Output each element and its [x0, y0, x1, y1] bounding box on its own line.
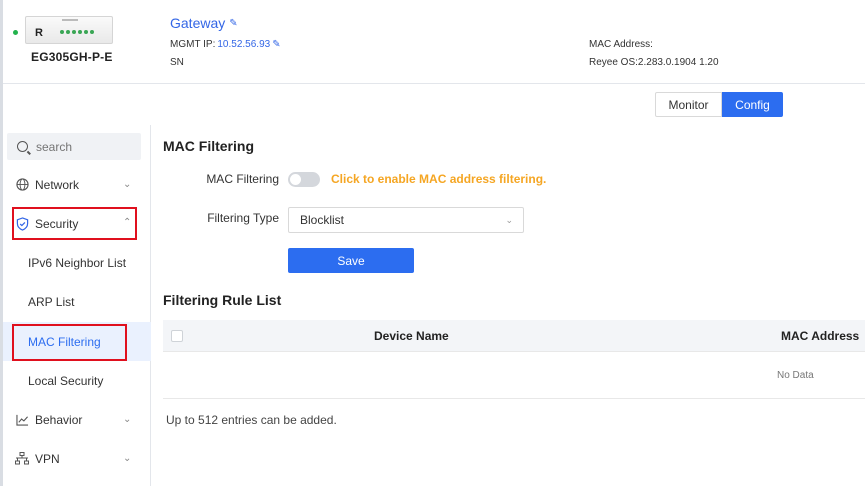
page: R EG305GH-P-E Gateway ✎ MGMT IP: 10.52.5… — [0, 0, 865, 486]
filtering-type-label: Filtering Type — [207, 211, 279, 225]
page-title: MAC Filtering — [163, 138, 254, 154]
chevron-down-icon: ⌄ — [123, 453, 132, 464]
chart-line-icon — [15, 413, 29, 427]
sidebar-item-label: ARP List — [28, 294, 75, 309]
main-content: MAC Filtering MAC Filtering Click to ena… — [151, 125, 865, 486]
sidebar-item-label: Local Security — [28, 373, 104, 388]
device-name[interactable]: Gateway ✎ — [170, 15, 238, 31]
sidebar-search[interactable] — [7, 133, 141, 160]
device-image: R — [25, 16, 113, 44]
select-all-checkbox[interactable] — [171, 330, 183, 342]
sidebar-item-label: Behavior — [35, 412, 83, 427]
sidebar-item-label: IPv6 Neighbor List — [28, 255, 127, 270]
device-model: EG305GH-P-E — [31, 50, 113, 64]
sidebar-item-network[interactable]: Network ⌄ — [3, 165, 151, 204]
filtering-type-select[interactable]: Blocklist ⌄ — [288, 207, 524, 233]
rule-list-title: Filtering Rule List — [163, 292, 282, 308]
mgmt-ip-label: MGMT IP: — [170, 39, 216, 50]
highlight-box-mac-filtering — [12, 324, 127, 361]
filtering-type-value: Blocklist — [300, 213, 345, 227]
column-device-name: Device Name — [374, 329, 449, 343]
entry-limit-note: Up to 512 entries can be added. — [166, 413, 337, 427]
sidebar-item-ipv6-neighbor-list[interactable]: IPv6 Neighbor List — [3, 243, 151, 282]
edit-icon[interactable]: ✎ — [272, 39, 280, 50]
enable-hint-link[interactable]: Click to enable MAC address filtering. — [331, 172, 546, 186]
table-header: Device Name MAC Address — [163, 320, 865, 352]
mac-filtering-toggle[interactable] — [288, 172, 320, 187]
mac-filtering-label: MAC Filtering — [206, 172, 279, 186]
device-ports — [60, 30, 94, 34]
os-version: Reyee OS:2.283.0.1904 1.20 — [589, 57, 719, 68]
save-button[interactable]: Save — [288, 248, 414, 273]
search-input[interactable] — [36, 139, 136, 154]
sidebar: Network ⌄ Security ⌃ IPv6 Neighbor List … — [3, 125, 151, 486]
search-icon — [17, 141, 28, 152]
device-name-label[interactable]: Gateway — [170, 15, 225, 31]
no-data-text: No Data — [777, 370, 814, 381]
sidebar-item-vpn[interactable]: VPN ⌄ — [3, 439, 151, 478]
globe-icon — [15, 178, 29, 192]
serial-number-label: SN — [170, 57, 184, 68]
column-mac-address: MAC Address — [781, 329, 860, 343]
edit-icon[interactable]: ✎ — [229, 18, 237, 29]
mgmt-ip-value[interactable]: 10.52.56.93 — [217, 39, 270, 50]
device-logo: R — [35, 27, 43, 39]
device-header: R EG305GH-P-E Gateway ✎ MGMT IP: 10.52.5… — [3, 0, 865, 84]
highlight-box-security — [12, 207, 137, 240]
online-status-dot — [13, 30, 18, 35]
tab-config[interactable]: Config — [722, 92, 783, 117]
view-tabs: Monitor Config — [655, 92, 783, 117]
sidebar-item-label: Network — [35, 177, 80, 192]
network-icon — [15, 452, 29, 466]
mgmt-ip-row: MGMT IP: 10.52.56.93 ✎ — [170, 39, 281, 50]
sidebar-item-behavior[interactable]: Behavior ⌄ — [3, 400, 151, 439]
tab-monitor[interactable]: Monitor — [655, 92, 722, 117]
chevron-down-icon: ⌄ — [123, 414, 132, 425]
mac-address-label: MAC Address: — [589, 39, 653, 50]
chevron-down-icon: ⌄ — [123, 179, 132, 190]
chevron-down-icon: ⌄ — [505, 214, 513, 225]
sidebar-item-arp-list[interactable]: ARP List — [3, 282, 151, 321]
sidebar-item-local-security[interactable]: Local Security — [3, 361, 151, 400]
sidebar-item-label: VPN — [35, 451, 60, 466]
table-row: No Data — [163, 352, 865, 399]
